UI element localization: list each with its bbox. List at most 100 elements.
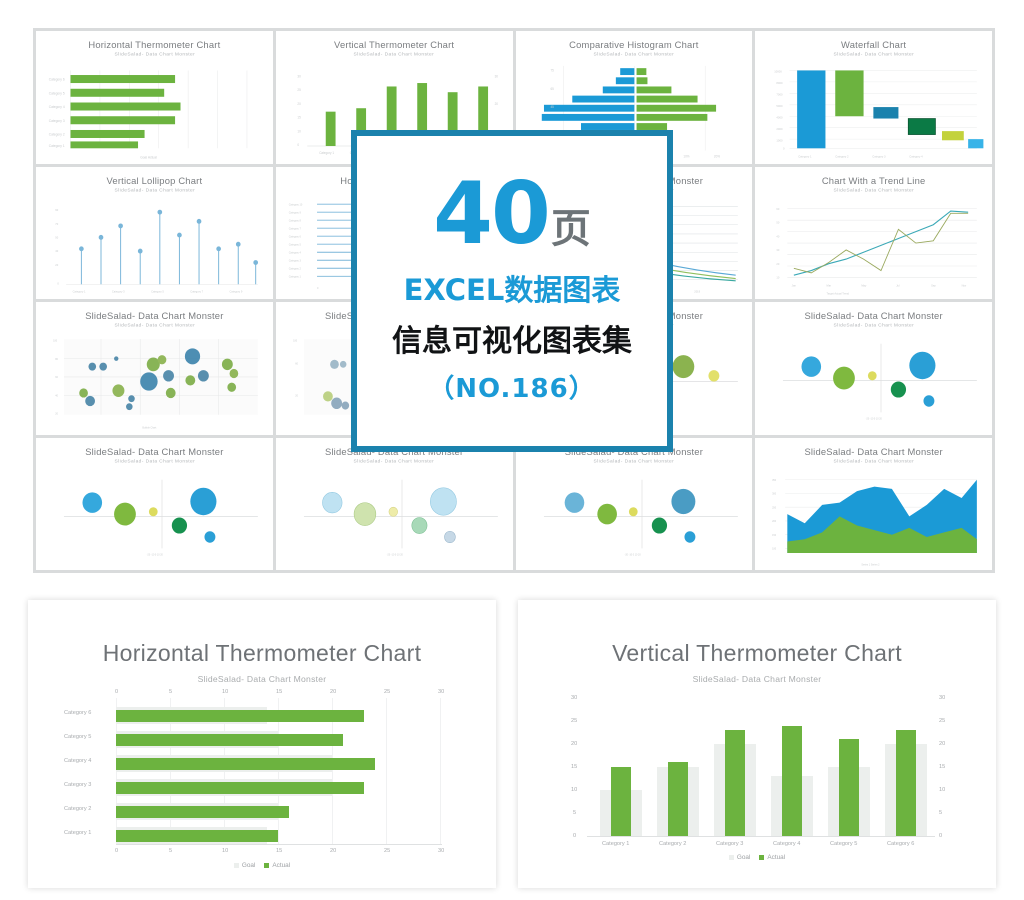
svg-text:Category 4: Category 4: [288, 250, 301, 254]
legend-label-goal: Goal: [736, 854, 751, 861]
svg-text:40: 40: [55, 395, 58, 398]
svg-text:40: 40: [777, 234, 780, 238]
badge-headline: 40 页: [433, 171, 591, 257]
svg-text:Category 5: Category 5: [151, 289, 164, 293]
page-title: Vertical Thermometer Chart: [612, 640, 902, 666]
thumbnail-card[interactable]: Vertical Lollipop Chart SlideSalad- Data…: [36, 166, 273, 299]
gridline-v: [440, 698, 441, 844]
ytick-right-10: 10: [939, 787, 946, 793]
thumbnail-card[interactable]: SlideSalad- Data Chart Monster SlideSala…: [36, 437, 273, 570]
svg-text:20: 20: [295, 395, 298, 398]
svg-text:Category 5: Category 5: [288, 242, 301, 246]
svg-text:5000: 5000: [777, 104, 783, 108]
chart-plot-area: 30 25 20 15 10 5 0 30 25 20 15 10 5 0 Ca…: [547, 695, 967, 868]
thumbnail-card[interactable]: Horizontal Thermometer Chart SlideSalad-…: [36, 31, 273, 164]
xtick-top-2: 10: [222, 689, 229, 695]
svg-text:Category 3: Category 3: [288, 258, 301, 262]
svg-text:70: 70: [55, 222, 58, 226]
svg-text:10: 10: [297, 130, 301, 134]
page-subtitle: SlideSalad- Data Chart Monster: [692, 674, 822, 684]
svg-text:Category 8: Category 8: [288, 218, 301, 222]
ytick-right-25: 25: [939, 718, 946, 724]
ytick-left-10: 10: [571, 787, 578, 793]
svg-text:50: 50: [55, 235, 58, 239]
svg-text:200: 200: [772, 520, 777, 523]
svg-text:Category 2: Category 2: [288, 266, 301, 270]
xtick-top-0: 0: [115, 689, 119, 695]
legend-label-actual: Actual: [767, 854, 786, 861]
bar-actual-category-3: [725, 730, 745, 836]
svg-text:100: 100: [293, 340, 298, 343]
thumbnail-card[interactable]: Waterfall Chart SlideSalad- Data Chart M…: [755, 31, 992, 164]
thumbnail-subtitle: SlideSalad- Data Chart Monster: [833, 458, 914, 464]
ytick-category-5: Category 5: [64, 734, 92, 740]
svg-text:15: 15: [297, 116, 301, 120]
xtick-top-5: 25: [384, 689, 391, 695]
thumbnail-card[interactable]: SlideSalad- Data Chart Monster SlideSala…: [515, 437, 753, 570]
thumbnail-card[interactable]: SlideSalad- Data Chart Monster SlideSala…: [755, 302, 992, 435]
svg-text:8000: 8000: [777, 81, 783, 85]
svg-text:100: 100: [53, 340, 58, 343]
svg-text:Jul: Jul: [897, 283, 901, 287]
svg-text:Category 1: Category 1: [288, 274, 301, 278]
page-subtitle: SlideSalad- Data Chart Monster: [197, 674, 327, 684]
svg-text:10: 10: [777, 275, 780, 279]
xtick-category-4: Category 4: [773, 841, 801, 847]
svg-text:75: 75: [550, 69, 554, 73]
thumbnail-subtitle: SlideSalad- Data Chart Monster: [593, 458, 675, 464]
svg-text:Category 1: Category 1: [49, 144, 65, 148]
thumbnail-chart-waterfall: 10000 8000 7000 5000 4000 2000 1000 0 Categor…: [759, 59, 988, 162]
thumbnail-card[interactable]: SlideSalad- Data Chart Monster SlideSala…: [36, 302, 273, 435]
chart-plot-area: 0 5 10 15 20 25 30 Category 6 Category 5…: [62, 689, 462, 869]
svg-text:Category 2: Category 2: [49, 133, 65, 137]
svg-text:50: 50: [777, 220, 780, 224]
ytick-left-20: 20: [571, 741, 578, 747]
svg-text:Category 3: Category 3: [49, 119, 65, 123]
legend-swatch-actual: [264, 863, 270, 868]
svg-text:Category 1: Category 1: [319, 151, 334, 155]
legend-swatch-actual: [759, 855, 765, 860]
svg-text:Category 6: Category 6: [288, 234, 301, 238]
bar-actual-category-5: [839, 739, 859, 836]
thumbnail-title: Waterfall Chart: [841, 39, 907, 50]
thumbnail-chart-bubble-quad: -20 -10 0 10 20: [280, 466, 509, 569]
svg-text:150: 150: [772, 534, 777, 537]
panel-vertical-thermometer: Vertical Thermometer Chart SlideSalad- D…: [518, 600, 996, 888]
xtick-bottom-0: 0: [115, 848, 119, 854]
thumbnail-subtitle: SlideSalad- Data Chart Monster: [114, 51, 195, 58]
svg-text:20: 20: [55, 413, 58, 416]
bar-actual-category-6: [896, 730, 916, 836]
ytick-left-5: 5: [573, 810, 577, 816]
thumbnail-card[interactable]: SlideSalad- Data Chart Monster SlideSala…: [755, 437, 992, 570]
svg-text:Category 10: Category 10: [288, 202, 302, 206]
bar-actual-category-4: [116, 758, 375, 770]
thumbnail-subtitle: SlideSalad- Data Chart Monster: [833, 322, 914, 329]
bar-actual-category-3: [116, 782, 364, 794]
svg-text:60: 60: [777, 207, 780, 211]
thumbnail-title: SlideSalad- Data Chart Monster: [85, 310, 224, 321]
legend-label-goal: Goal: [241, 862, 256, 869]
ytick-left-0: 0: [573, 833, 577, 839]
svg-text:Jan: Jan: [792, 283, 797, 287]
svg-text:Category 5: Category 5: [49, 92, 65, 96]
thumbnail-card[interactable]: SlideSalad- Data Chart Monster SlideSala…: [275, 437, 513, 570]
ytick-category-3: Category 3: [64, 782, 92, 788]
svg-text:30: 30: [297, 75, 301, 79]
ytick-right-5: 5: [939, 810, 943, 816]
thumbnail-title: SlideSalad- Data Chart Monster: [804, 310, 943, 321]
thumbnail-chart-bubble-many: 100 80 60 40 20 Bubble Chart: [40, 330, 269, 433]
svg-text:0: 0: [317, 286, 319, 290]
ytick-left-25: 25: [571, 718, 578, 724]
svg-text:-20 -10 0 10 20: -20 -10 0 10 20: [387, 553, 404, 556]
xtick-category-3: Category 3: [716, 841, 744, 847]
xtick-bottom-1: 5: [169, 848, 173, 854]
ytick-left-30: 30: [571, 695, 578, 701]
thumbnail-title: Vertical Lollipop Chart: [106, 174, 203, 186]
svg-text:30: 30: [494, 75, 498, 79]
svg-text:Category 4: Category 4: [49, 105, 65, 109]
ytick-right-30: 30: [939, 695, 946, 701]
xtick-category-5: Category 5: [830, 841, 858, 847]
thumbnail-card[interactable]: Chart With a Trend Line SlideSalad- Data…: [755, 166, 992, 299]
bar-actual-category-1: [116, 830, 278, 842]
svg-text:300: 300: [772, 492, 777, 495]
